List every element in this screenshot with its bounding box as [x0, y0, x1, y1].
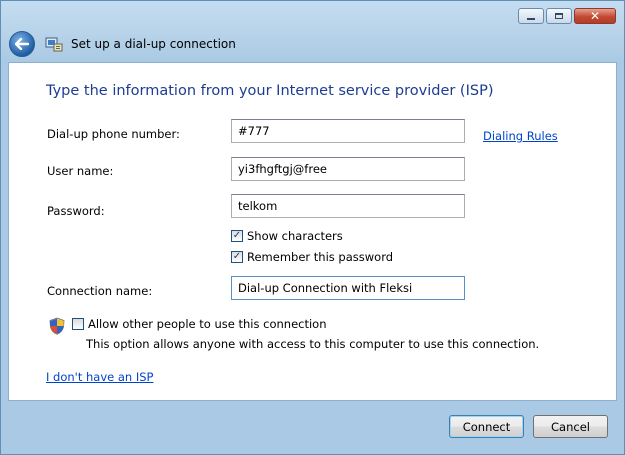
phone-number-field[interactable]: [231, 119, 465, 143]
no-isp-link[interactable]: I don't have an ISP: [46, 370, 154, 384]
remember-password-option[interactable]: ✓ Remember this password: [231, 250, 393, 264]
username-field[interactable]: [231, 157, 465, 181]
show-characters-checkbox[interactable]: ✓: [231, 230, 243, 242]
back-arrow-icon: [15, 38, 29, 50]
dialup-connection-icon: [45, 37, 63, 52]
allow-others-checkbox[interactable]: [72, 318, 84, 330]
show-characters-option[interactable]: ✓ Show characters: [231, 229, 343, 243]
connect-button[interactable]: Connect: [449, 415, 524, 438]
password-label: Password:: [47, 204, 105, 218]
back-button[interactable]: [9, 31, 35, 57]
dialup-wizard-window: ✕ Set up a dial-up connection Type the i…: [0, 0, 625, 455]
maximize-icon: [555, 13, 563, 19]
cancel-button[interactable]: Cancel: [533, 415, 608, 438]
window-title: Set up a dial-up connection: [71, 37, 236, 51]
username-label: User name:: [47, 164, 114, 178]
maximize-button[interactable]: [546, 8, 572, 24]
show-characters-label: Show characters: [247, 229, 343, 243]
wizard-nav-bar: Set up a dial-up connection: [9, 29, 616, 59]
allow-others-option[interactable]: Allow other people to use this connectio…: [72, 317, 327, 331]
dialing-rules-link[interactable]: Dialing Rules: [483, 129, 558, 143]
connection-name-label: Connection name:: [47, 284, 153, 298]
wizard-content-panel: Type the information from your Internet …: [8, 62, 617, 401]
page-heading: Type the information from your Internet …: [46, 83, 494, 99]
connection-name-field[interactable]: [231, 276, 465, 300]
close-button[interactable]: ✕: [574, 8, 616, 24]
phone-label: Dial-up phone number:: [47, 127, 180, 141]
uac-shield-icon: [49, 317, 65, 335]
title-bar-controls: ✕: [518, 8, 616, 24]
close-icon: ✕: [589, 9, 601, 23]
remember-password-label: Remember this password: [247, 250, 394, 264]
remember-password-checkbox[interactable]: ✓: [231, 251, 243, 263]
allow-others-note: This option allows anyone with access to…: [86, 337, 540, 351]
password-field[interactable]: [231, 194, 465, 218]
allow-others-label: Allow other people to use this connectio…: [88, 317, 327, 331]
minimize-icon: [527, 18, 535, 20]
minimize-button[interactable]: [518, 8, 544, 24]
